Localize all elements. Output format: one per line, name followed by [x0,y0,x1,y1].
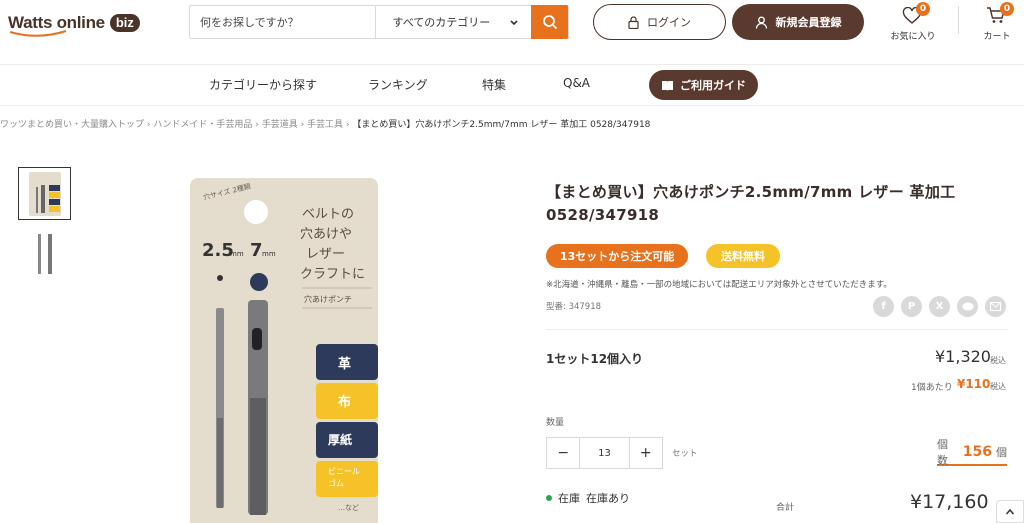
thumbnail-2[interactable] [18,226,71,279]
breadcrumb-current: 【まとめ買い】穴あけポンチ2.5mm/7mm レザー 革加工 0528/3479… [352,120,651,130]
user-icon [755,16,767,29]
size-b-text: 7 [250,240,263,261]
guide-label: ご利用ガイド [680,79,746,92]
speech-bubble-icon [962,302,973,310]
line-icon[interactable] [957,296,978,317]
material-leather: 革 [338,356,351,372]
thumbnail-tools-image [37,233,52,274]
search-input[interactable] [190,6,375,38]
favorites-button[interactable]: 0 お気に入り [890,2,936,42]
count-suffix: 個 [996,446,1007,459]
header-divider-line [0,64,1024,65]
scroll-to-top-button[interactable] [996,500,1024,523]
nav-ranking[interactable]: ランキング [368,76,428,93]
set-unit-label: セット [672,449,698,459]
package-product-name: 穴あけポンチ [304,294,352,304]
shipping-note: ※北海道・沖縄県・離島・一部の地域においては配送エリア対象外とさせていただきます… [546,280,892,290]
favorites-count-badge: 0 [916,2,930,16]
unit-price-label: 1個あたり [911,383,953,393]
total-price: ¥17,160 [910,491,989,513]
category-select[interactable]: すべてのカテゴリー [374,6,532,38]
tax-label: 税込 [990,382,1006,391]
nav-qa[interactable]: Q&A [563,76,590,90]
x-icon[interactable]: X [929,296,950,317]
material-cardboard: 厚紙 [328,432,352,447]
category-select-label: すべてのカテゴリー [392,16,491,29]
set-size-label: 1セット12個入り [546,352,644,366]
model-number: 型番: 347918 [546,302,602,312]
cart-button[interactable]: 0 カート [975,2,1019,42]
favorites-label: お気に入り [890,32,936,42]
size-a-unit: mm [230,250,244,258]
guide-button[interactable]: ご利用ガイド [649,70,758,100]
book-icon [662,80,673,91]
count-prefix: 個数 [937,438,948,467]
package-copy-line: クラフトに [300,267,365,282]
chevron-up-icon [1005,508,1015,514]
cart-label: カート [983,32,1011,42]
search-button[interactable] [531,5,568,39]
info-divider-line [546,329,1008,330]
product-package-illustration: 穴サイズ 2種類 2.5 mm 7 mm ベルトの 穴あけや レザー クラフトに… [190,178,378,523]
facebook-icon[interactable]: f [873,296,894,317]
package-more-text: …など [338,504,359,512]
envelope-icon [990,302,1001,311]
chevron-down-icon [510,20,518,26]
breadcrumb-item[interactable]: 手芸工具 [307,120,343,130]
material-cloth: 布 [338,394,351,410]
material-vinyl: ビニール [328,467,360,476]
stock-value: 在庫あり [586,492,630,505]
stock-label: 在庫 [558,492,580,505]
package-copy-line: 穴あけや [300,227,352,242]
quantity-input[interactable]: 13 [579,438,630,468]
breadcrumb-item[interactable]: ワッツまとめ買い・大量購入トップ [0,120,144,130]
min-order-tag: 13セットから注文可能 [546,244,689,268]
count-value: 156 [962,444,992,460]
login-label: ログイン [647,16,691,29]
header-divider [958,6,959,34]
nav-features[interactable]: 特集 [482,76,506,93]
product-main-image: 穴サイズ 2種類 2.5 mm 7 mm ベルトの 穴あけや レザー クラフトに… [190,178,378,523]
stock-dot-icon [546,495,552,501]
increment-button[interactable]: + [630,438,662,468]
total-label: 合計 [776,503,795,513]
mail-icon[interactable] [985,296,1006,317]
search-bar: すべてのカテゴリー [189,5,569,39]
breadcrumb: ワッツまとめ買い・大量購入トップ › ハンドメイド・手芸用品 › 手芸道具 › … [0,120,651,130]
logo-swoosh-icon [9,30,67,37]
signup-button[interactable]: 新規会員登録 [732,4,864,40]
signup-label: 新規会員登録 [775,16,842,29]
quantity-stepper: − 13 + [546,437,663,469]
item-count: 個数 156 個 [937,438,1007,467]
package-copy-line: レザー [306,247,345,262]
size-b-unit: mm [262,250,276,258]
search-icon [542,15,557,30]
lock-icon [628,15,639,29]
logo-biz-badge: biz [109,14,140,32]
thumbnail-1[interactable] [18,167,71,220]
package-copy-line: ベルトの [302,207,354,222]
breadcrumb-item[interactable]: 手芸道具 [262,120,298,130]
login-button[interactable]: ログイン [593,4,726,40]
quantity-label: 数量 [546,418,565,428]
material-rubber: ゴム [328,478,344,488]
pinterest-icon[interactable]: P [901,296,922,317]
tax-label: 税込 [990,356,1006,365]
cart-count-badge: 0 [1000,2,1014,16]
set-price: ¥1,320 [935,347,991,366]
product-title: 【まとめ買い】穴あけポンチ2.5mm/7mm レザー 革加工 0528/3479… [546,183,956,224]
breadcrumb-item[interactable]: ハンドメイド・手芸用品 [153,120,252,130]
decrement-button[interactable]: − [547,438,579,468]
site-logo[interactable]: Watts online biz [8,8,140,38]
unit-price: ¥110 [957,377,991,391]
nav-divider-line [0,105,1024,106]
stock-status: 在庫 在庫あり [546,490,630,506]
free-shipping-tag: 送料無料 [706,244,780,268]
thumbnail-package-image [28,171,61,216]
nav-categories[interactable]: カテゴリーから探す [209,76,317,93]
